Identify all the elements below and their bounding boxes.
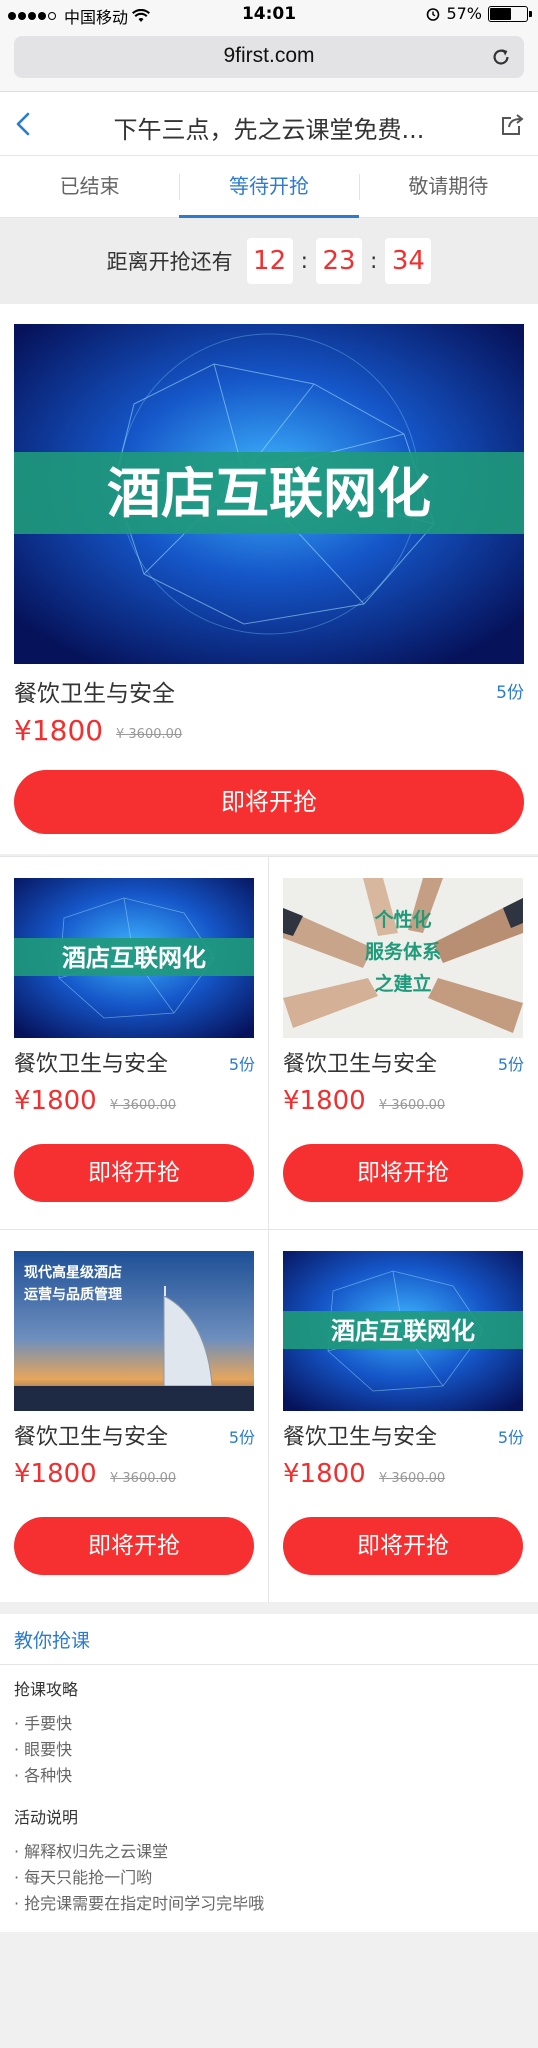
course-price: ¥1800 xyxy=(14,1459,97,1489)
course-banner-text: 酒店互联网化 xyxy=(62,944,206,972)
rules-heading: 活动说明 xyxy=(14,1808,79,1827)
countdown-hours: 12 xyxy=(246,238,293,284)
course-title[interactable]: 餐饮卫生与安全 xyxy=(14,1419,168,1451)
list-item: · 抢完课需要在指定时间学习完毕哦 xyxy=(14,1894,265,1913)
grab-button[interactable]: 即将开抢 xyxy=(14,1144,254,1202)
course-quota: 5份 xyxy=(228,1428,255,1447)
course-card: 酒店互联网化 餐饮卫生与安全 5份 ¥1800 ¥ 3600.00 即将开抢 xyxy=(0,856,269,1229)
share-icon[interactable] xyxy=(498,110,526,138)
course-original-price: ¥ 3600.00 xyxy=(116,727,183,742)
nav-header: 下午三点，先之云课堂免费... xyxy=(0,92,538,156)
url-bar[interactable]: 9first.com xyxy=(14,36,524,78)
course-banner-text: 酒店互联网化 xyxy=(107,462,431,525)
url-text[interactable]: 9first.com xyxy=(14,44,524,68)
course-original-price: ¥ 3600.00 xyxy=(110,1471,177,1486)
course-card: 酒店互联网化 餐饮卫生与安全 5份 ¥1800 ¥ 3600.00 即将开抢 xyxy=(269,1229,538,1602)
course-banner-text: 之建立 xyxy=(374,972,431,995)
course-title[interactable]: 餐饮卫生与安全 xyxy=(14,1046,168,1078)
tab-ended[interactable]: 已结束 xyxy=(0,156,179,217)
countdown-separator: : xyxy=(370,248,378,274)
list-item: · 手要快 xyxy=(14,1714,73,1733)
countdown-seconds: 34 xyxy=(385,238,432,284)
course-card: 个性化 服务体系 之建立 餐饮卫生与安全 5份 ¥1800 ¥ 3600.00 … xyxy=(269,856,538,1229)
countdown-separator: : xyxy=(300,248,308,274)
grab-button[interactable]: 即将开抢 xyxy=(14,770,524,834)
countdown: 距离开抢还有 12 : 23 : 34 xyxy=(0,218,538,304)
course-image[interactable]: 酒店互联网化 xyxy=(14,878,254,1038)
course-original-price: ¥ 3600.00 xyxy=(110,1098,177,1113)
tab-upcoming[interactable]: 敬请期待 xyxy=(358,156,538,217)
course-quota: 5份 xyxy=(496,683,524,703)
alarm-icon xyxy=(427,7,440,21)
list-item: · 眼要快 xyxy=(14,1740,73,1759)
strategy-heading: 抢课攻略 xyxy=(14,1680,79,1699)
list-item: · 每天只能抢一门哟 xyxy=(14,1868,153,1887)
course-banner-text: 个性化 xyxy=(373,908,431,931)
tab-bar: 已结束 等待开抢 敬请期待 xyxy=(0,156,538,218)
course-quota: 5份 xyxy=(228,1055,255,1074)
battery-percent: 57% xyxy=(446,4,482,23)
reload-icon[interactable] xyxy=(490,46,512,68)
course-grid: 酒店互联网化 餐饮卫生与安全 5份 ¥1800 ¥ 3600.00 即将开抢 个… xyxy=(0,856,538,1602)
course-original-price: ¥ 3600.00 xyxy=(379,1471,446,1486)
guide-title: 教你抢课 xyxy=(14,1630,91,1652)
course-banner-text: 运营与品质管理 xyxy=(24,1286,122,1303)
course-original-price: ¥ 3600.00 xyxy=(379,1098,446,1113)
back-icon[interactable] xyxy=(10,110,38,138)
course-banner-text: 服务体系 xyxy=(365,940,441,963)
battery-icon xyxy=(488,5,532,22)
grab-button[interactable]: 即将开抢 xyxy=(283,1517,523,1575)
tab-waiting[interactable]: 等待开抢 xyxy=(179,156,359,218)
course-image[interactable]: 个性化 服务体系 之建立 xyxy=(283,878,523,1038)
course-title[interactable]: 餐饮卫生与安全 xyxy=(283,1046,437,1078)
course-quota: 5份 xyxy=(497,1055,524,1074)
course-banner-text: 酒店互联网化 xyxy=(331,1317,475,1345)
course-quota: 5份 xyxy=(497,1428,524,1447)
grab-button[interactable]: 即将开抢 xyxy=(14,1517,254,1575)
course-price: ¥1800 xyxy=(283,1459,366,1489)
course-price: ¥1800 xyxy=(283,1086,366,1116)
countdown-minutes: 23 xyxy=(316,238,362,284)
course-card: 现代高星级酒店 运营与品质管理 餐饮卫生与安全 5份 ¥1800 ¥ 3600.… xyxy=(0,1229,269,1602)
course-title[interactable]: 餐饮卫生与安全 xyxy=(14,674,175,708)
course-banner-text: 现代高星级酒店 xyxy=(24,1264,122,1281)
browser-toolbar: 9first.com xyxy=(0,30,538,92)
course-image[interactable]: 酒店互联网化 xyxy=(14,324,524,664)
guide-section: 教你抢课 抢课攻略 · 手要快 · 眼要快 · 各种快 活动说明 · 解释权归先… xyxy=(0,1614,538,1932)
featured-course: 酒店互联网化 餐饮卫生与安全 5份 ¥1800 ¥ 3600.00 即将开抢 xyxy=(0,304,538,854)
course-title[interactable]: 餐饮卫生与安全 xyxy=(283,1419,437,1451)
course-image[interactable]: 现代高星级酒店 运营与品质管理 xyxy=(14,1251,254,1411)
list-item: · 各种快 xyxy=(14,1766,73,1785)
status-bar: 中国移动 14:01 57% xyxy=(0,0,538,30)
grab-button[interactable]: 即将开抢 xyxy=(283,1144,523,1202)
page-title: 下午三点，先之云课堂免费... xyxy=(113,116,425,144)
course-image[interactable]: 酒店互联网化 xyxy=(283,1251,523,1411)
course-price: ¥1800 xyxy=(14,1086,97,1116)
list-item: · 解释权归先之云课堂 xyxy=(14,1842,169,1861)
course-price: ¥1800 xyxy=(14,714,104,747)
status-right: 57% xyxy=(426,4,532,23)
countdown-label: 距离开抢还有 xyxy=(106,250,233,274)
